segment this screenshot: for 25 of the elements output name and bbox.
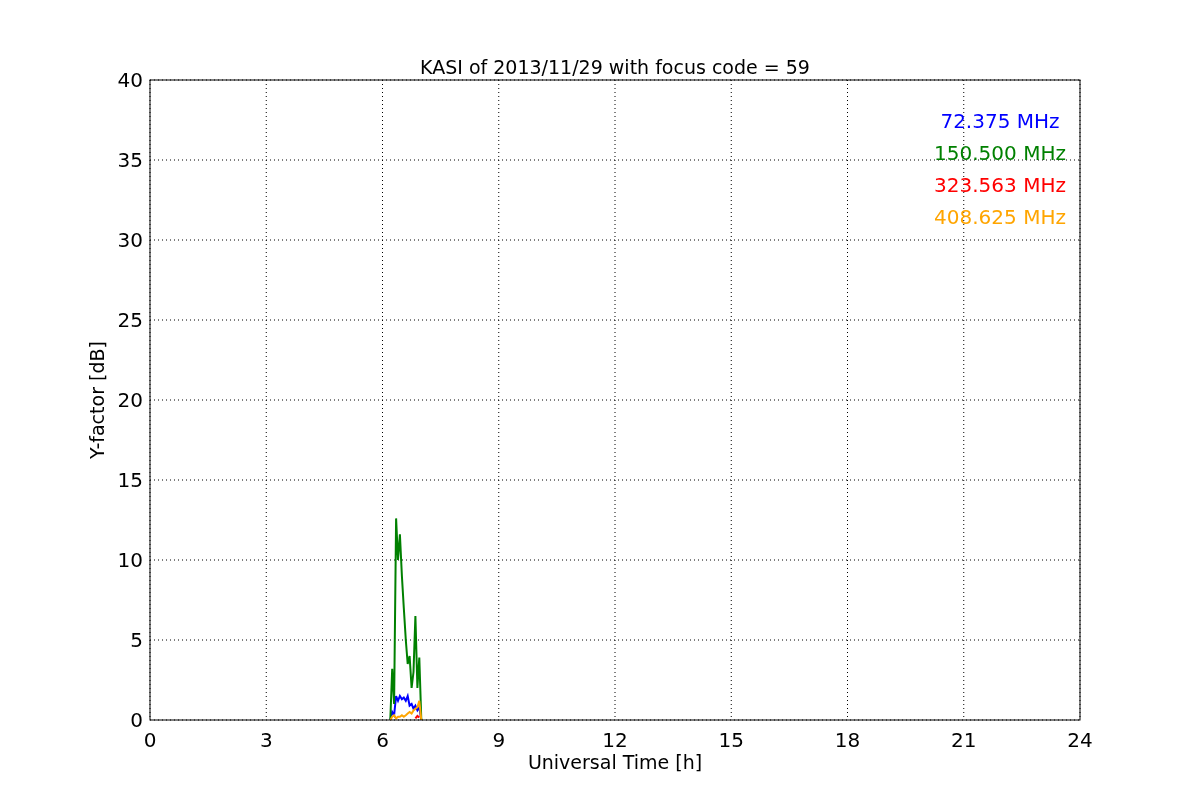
x-tick-label: 18 [834, 728, 861, 752]
x-tick-label: 9 [492, 728, 506, 752]
legend-label: 72.375 MHz [940, 109, 1060, 133]
chart-title: KASI of 2013/11/29 with focus code = 59 [420, 56, 810, 78]
y-tick-label: 25 [117, 308, 143, 332]
y-tick-label: 30 [117, 228, 143, 252]
y-tick-label: 35 [117, 148, 143, 172]
y-axis-label: Y-factor [dB] [86, 341, 108, 459]
x-tick-label: 21 [951, 728, 977, 752]
x-tick-label: 3 [259, 728, 273, 752]
legend-label: 323.563 MHz [934, 173, 1066, 197]
x-tick-label: 6 [376, 728, 389, 752]
legend-label: 408.625 MHz [934, 205, 1066, 229]
x-tick-label: 24 [1067, 728, 1093, 752]
y-tick-label: 10 [117, 548, 143, 572]
x-tick-label: 12 [602, 728, 628, 752]
y-tick-label: 20 [117, 388, 143, 412]
y-tick-label: 40 [117, 68, 143, 92]
y-tick-label: 0 [130, 708, 143, 732]
x-tick-label: 15 [718, 728, 744, 752]
x-tick-label: 0 [143, 728, 157, 752]
y-tick-label: 15 [117, 468, 143, 492]
x-axis-label: Universal Time [h] [527, 751, 703, 773]
y-tick-label: 5 [130, 628, 143, 652]
legend-label: 150.500 MHz [934, 141, 1066, 165]
